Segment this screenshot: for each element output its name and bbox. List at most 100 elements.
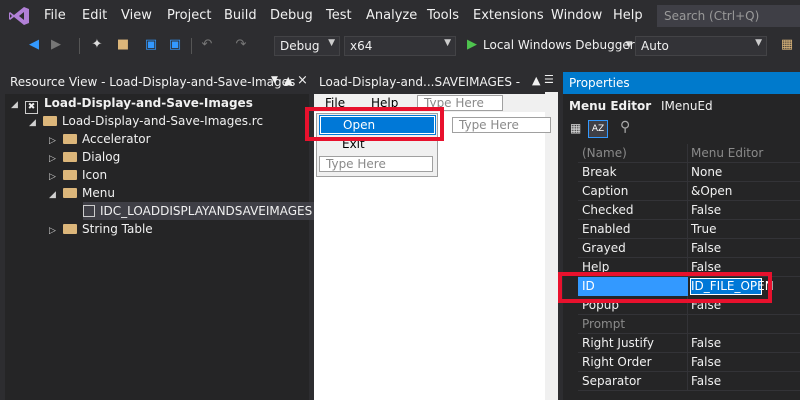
save-all-icon[interactable]: ▣ xyxy=(167,37,183,53)
property-value: False xyxy=(691,241,722,255)
open-folder-icon[interactable]: ■ xyxy=(115,37,131,53)
menu-file[interactable]: File xyxy=(44,8,66,23)
toolbar: ◀ ▶ ✦ ■ ▣ ▣ ↶ ↷ Debug ▼ x64 ▼ ▶ ▼ Auto ▼… xyxy=(0,32,800,60)
menu-debug[interactable]: Debug xyxy=(270,8,313,23)
properties-header[interactable]: Properties xyxy=(563,72,800,94)
property-row-grayed[interactable]: Grayed False xyxy=(563,239,800,258)
type-here-dropdown[interactable]: Type Here xyxy=(319,156,433,172)
tree-item-string-table[interactable]: ▷ String Table xyxy=(49,220,153,238)
tree-item-menu-resource[interactable]: IDC_LOADDISPLAYANDSAVEIMAGES xyxy=(83,202,316,220)
menu-window[interactable]: Window xyxy=(551,8,602,23)
navigate-back-icon[interactable]: ◀ xyxy=(26,37,42,53)
navigate-forward-icon[interactable]: ▶ xyxy=(48,37,64,53)
redo-icon[interactable]: ↷ xyxy=(233,37,249,53)
property-row-checked[interactable]: Checked False xyxy=(563,201,800,220)
resource-view-panel: Resource View - Load-Display-and-Save-Im… xyxy=(5,72,316,400)
resource-view-header[interactable]: Resource View - Load-Display-and-Save-Im… xyxy=(5,72,309,94)
tree-item-rc-file[interactable]: ◢ Load-Display-and-Save-Images.rc xyxy=(29,112,263,130)
property-row-caption[interactable]: Caption &Open xyxy=(563,182,800,201)
toolbox-icon[interactable]: ▦ xyxy=(779,37,795,53)
object-type: IMenuEd xyxy=(660,99,713,113)
platform-value: x64 xyxy=(350,39,373,53)
property-name: Right Order xyxy=(582,355,652,369)
highlight-open-item xyxy=(305,107,444,141)
configuration-dropdown[interactable]: Debug ▼ xyxy=(274,36,340,56)
properties-object-selector[interactable]: Menu Editor IMenuEd xyxy=(569,99,713,113)
property-row-separator[interactable]: Separator False xyxy=(563,372,800,391)
chevron-down-icon[interactable]: ▼ xyxy=(271,75,278,85)
collapsed-arrow-icon[interactable]: ▷ xyxy=(49,222,63,240)
pin-icon[interactable]: ▲ xyxy=(284,74,292,87)
tree-item-menu[interactable]: ◢ Menu xyxy=(49,184,115,202)
menu-bar: File Edit View Project Build Debug Test … xyxy=(0,0,800,32)
new-project-icon[interactable]: ✦ xyxy=(89,37,105,53)
menu-project[interactable]: Project xyxy=(167,8,211,23)
search-input[interactable]: Search (Ctrl+Q) xyxy=(657,5,800,27)
visual-studio-logo-icon[interactable] xyxy=(8,6,30,26)
properties-title: Properties xyxy=(569,76,630,90)
property-row-enabled[interactable]: Enabled True xyxy=(563,220,800,239)
tree-item-label: Menu xyxy=(82,186,115,200)
property-name: (Name) xyxy=(582,146,627,160)
menu-analyze[interactable]: Analyze xyxy=(366,8,417,23)
tree-item-project[interactable]: ◢ ✖ Load-Display-and-Save-Images xyxy=(11,94,253,114)
property-name: Right Justify xyxy=(582,336,654,350)
tree-item-icon[interactable]: ▷ Icon xyxy=(49,166,107,184)
menu-edit[interactable]: Edit xyxy=(82,8,107,23)
properties-toolbar: ▦ AZ ⚲ xyxy=(563,118,800,142)
property-row-right-order[interactable]: Right Order False xyxy=(563,353,800,372)
toolbar-separator xyxy=(79,38,80,54)
type-here-submenu[interactable]: Type Here xyxy=(452,117,551,133)
menu-tools[interactable]: Tools xyxy=(427,8,459,23)
properties-panel: Properties Menu Editor IMenuEd ▦ AZ ⚲ (N… xyxy=(563,72,800,400)
property-value: False xyxy=(691,374,722,388)
menu-resource-icon xyxy=(83,205,95,217)
property-value: True xyxy=(691,222,717,236)
tree-item-accelerator[interactable]: ▷ Accelerator xyxy=(49,130,151,148)
configuration-value: Debug xyxy=(280,39,320,53)
tree-item-label: IDC_LOADDISPLAYANDSAVEIMAGES xyxy=(100,204,313,218)
debug-mode-dropdown[interactable]: Auto ▼ xyxy=(635,36,767,56)
start-debugger-button[interactable]: Local Windows Debugger xyxy=(483,38,635,52)
expanded-arrow-icon[interactable]: ◢ xyxy=(11,96,25,114)
save-icon[interactable]: ▣ xyxy=(143,37,159,53)
property-name: Caption xyxy=(582,184,629,198)
property-value: Menu Editor xyxy=(691,146,764,160)
editor-scrollbar[interactable] xyxy=(545,92,558,400)
chevron-down-icon: ▼ xyxy=(444,38,451,48)
expanded-arrow-icon[interactable]: ◢ xyxy=(49,186,63,204)
property-pages-icon[interactable]: ⚲ xyxy=(620,119,630,135)
property-name: Grayed xyxy=(582,241,626,255)
undo-icon[interactable]: ↶ xyxy=(199,37,215,53)
tree-item-label: Accelerator xyxy=(82,132,151,146)
tab-overflow-icon[interactable]: ☰ xyxy=(544,73,554,86)
editor-tab[interactable]: Load-Display-and...SAVEIMAGES - ▲ ☰ xyxy=(314,72,558,94)
expanded-arrow-icon[interactable]: ◢ xyxy=(29,114,43,132)
editor-tab-title: Load-Display-and...SAVEIMAGES - xyxy=(319,75,521,89)
tree-item-dialog[interactable]: ▷ Dialog xyxy=(49,148,120,166)
property-name: Break xyxy=(582,165,617,179)
property-row-name[interactable]: (Name) Menu Editor xyxy=(563,144,800,163)
start-debugging-icon[interactable]: ▶ xyxy=(464,37,480,53)
close-icon[interactable]: × xyxy=(297,73,308,88)
menu-build[interactable]: Build xyxy=(224,8,257,23)
pin-icon[interactable]: ▲ xyxy=(532,74,540,87)
property-row-prompt[interactable]: Prompt xyxy=(563,315,800,334)
tree-item-label: Load-Display-and-Save-Images xyxy=(44,96,253,110)
menu-test[interactable]: Test xyxy=(326,8,352,23)
menu-help[interactable]: Help xyxy=(613,8,643,23)
menu-view[interactable]: View xyxy=(121,8,152,23)
menu-extensions[interactable]: Extensions xyxy=(473,8,544,23)
property-value xyxy=(690,315,800,334)
alphabetical-sort-icon[interactable]: AZ xyxy=(588,120,608,138)
property-name: Separator xyxy=(582,374,642,388)
tree-item-label: Dialog xyxy=(82,150,121,164)
categorized-icon[interactable]: ▦ xyxy=(570,121,581,135)
folder-open-icon xyxy=(43,116,57,126)
property-row-break[interactable]: Break None xyxy=(563,163,800,182)
platform-dropdown[interactable]: x64 ▼ xyxy=(344,36,456,56)
folder-open-icon xyxy=(63,188,77,198)
property-value: False xyxy=(691,336,722,350)
chevron-down-icon: ▼ xyxy=(328,38,335,48)
property-row-right-justify[interactable]: Right Justify False xyxy=(563,334,800,353)
